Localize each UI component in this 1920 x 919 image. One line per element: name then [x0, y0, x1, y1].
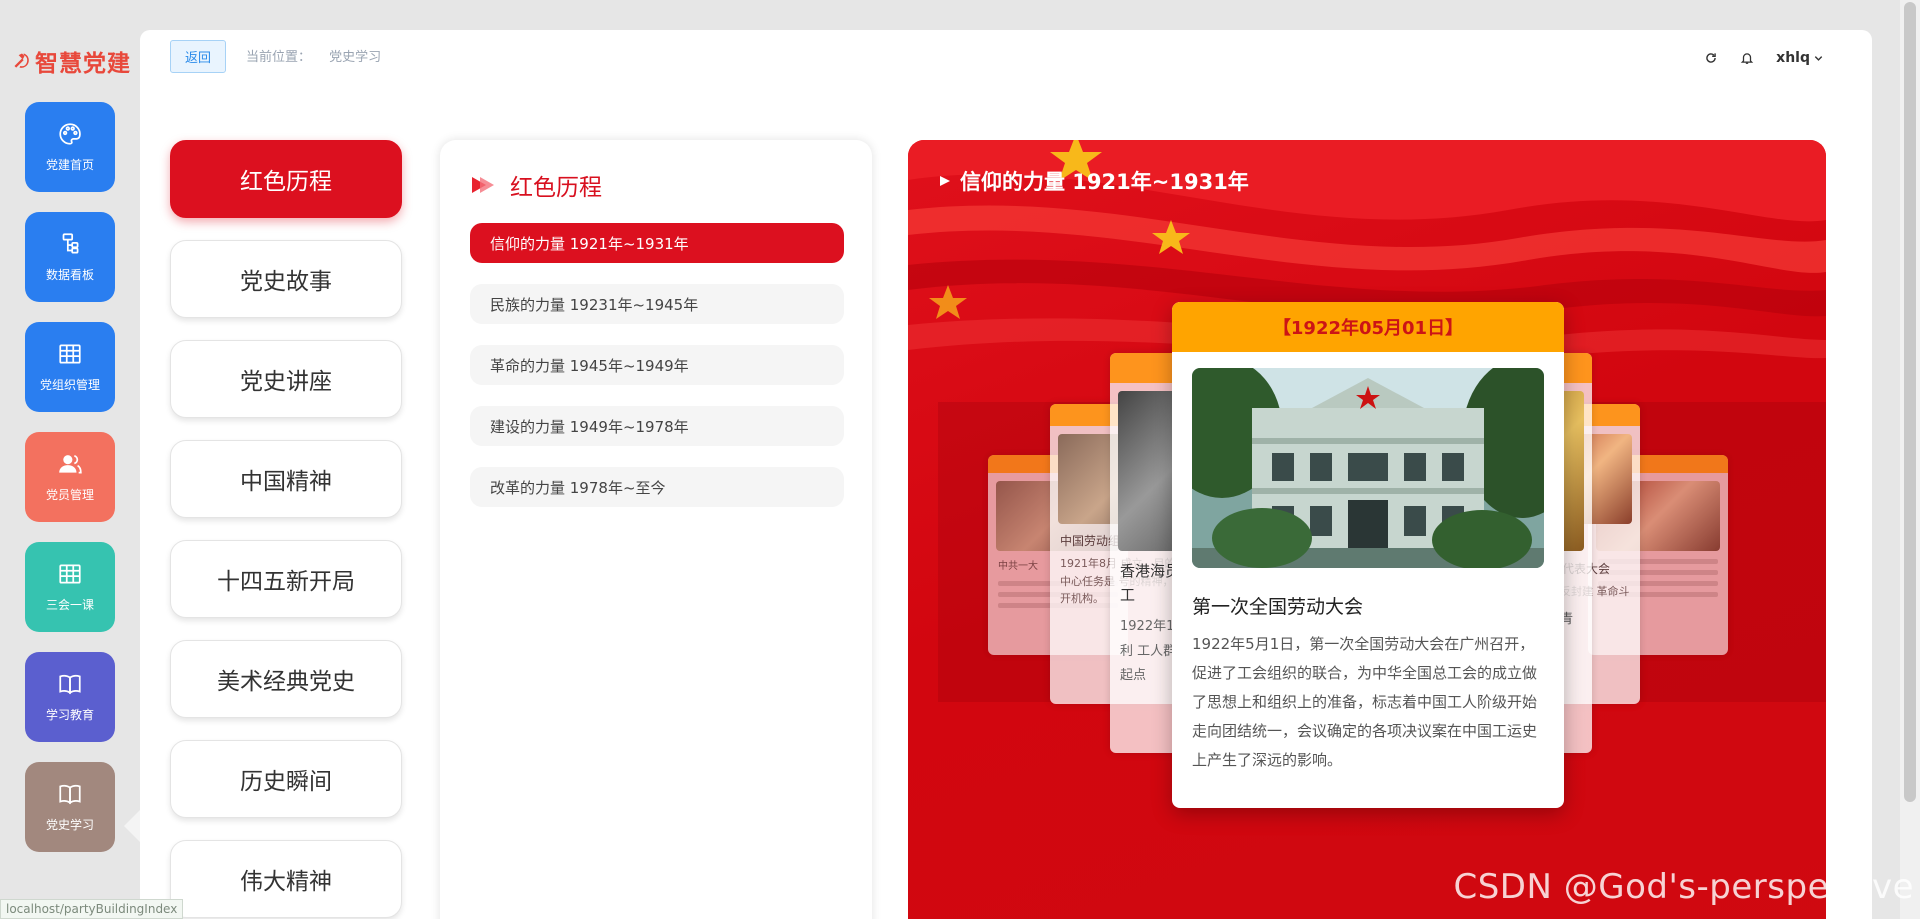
- period-list: 信仰的力量 1921年~1931年 民族的力量 19231年~1945年 革命的…: [470, 223, 844, 528]
- nav-item-label: 数据看板: [45, 268, 94, 282]
- chevron-down-icon: [1814, 55, 1823, 61]
- category-14th-plan[interactable]: 十四五新开局: [170, 540, 402, 618]
- nav-item-members[interactable]: 党员管理: [25, 432, 115, 522]
- nav-item-meetings[interactable]: 三会一课: [25, 542, 115, 632]
- nav-item-label: 党史学习: [45, 818, 94, 832]
- refresh-icon[interactable]: [1704, 51, 1718, 65]
- category-art-classics[interactable]: 美术经典党史: [170, 640, 402, 718]
- book-icon: [59, 674, 81, 695]
- nav-item-dashboard[interactable]: 数据看板: [25, 212, 115, 302]
- nav-item-education[interactable]: 学习教育: [25, 652, 115, 742]
- period-item[interactable]: 改革的力量 1978年~至今: [470, 467, 844, 507]
- top-bar: 返回 当前位置： 党史学习 xhlq: [140, 30, 1872, 110]
- timeline-main-card[interactable]: 【1922年05月01日】 第一次全国劳动大会 1922年5月1日，第一次全国劳…: [1172, 302, 1564, 808]
- grid-icon: [59, 564, 81, 584]
- nav-item-home[interactable]: 党建首页: [25, 102, 115, 192]
- nav-rail: 智慧党建 党建首页 数据看板 党组织管理 党员管理 三会一课 学习教育 党史学习: [0, 30, 142, 919]
- status-url: localhost/partyBuildingIndex: [0, 899, 184, 919]
- nav-item-label: 学习教育: [45, 708, 94, 722]
- period-card: 红色历程 信仰的力量 1921年~1931年 民族的力量 19231年~1945…: [440, 140, 872, 919]
- category-party-lectures[interactable]: 党史讲座: [170, 340, 402, 418]
- event-photo: [1192, 368, 1544, 568]
- play-icon: [940, 176, 950, 186]
- nav-item-label: 党建首页: [45, 158, 94, 172]
- breadcrumb-current[interactable]: 党史学习: [329, 50, 381, 65]
- timeline-hero: 信仰的力量 1921年~1931年 中共一大 中国劳动组合书记部 1921年8月…: [908, 140, 1826, 919]
- watermark: CSDN @God's-perspective: [1453, 867, 1914, 907]
- event-description: 1922年5月1日，第一次全国劳动大会在广州召开，促进了工会组织的联合，为中华全…: [1192, 635, 1538, 769]
- palette-icon: [59, 123, 81, 145]
- users-icon: [59, 455, 82, 474]
- hero-title: 信仰的力量 1921年~1931年: [960, 170, 1249, 194]
- category-history-moments[interactable]: 历史瞬间: [170, 740, 402, 818]
- nav-item-label: 三会一课: [45, 598, 94, 612]
- breadcrumb: 当前位置： 党史学习: [246, 46, 381, 65]
- main-panel: 返回 当前位置： 党史学习 xhlq 红色历程 党史故事 党史讲座 中国精神 十…: [140, 30, 1872, 919]
- username: xhlq: [1776, 50, 1810, 66]
- category-party-stories[interactable]: 党史故事: [170, 240, 402, 318]
- hero-header: 信仰的力量 1921年~1931年: [938, 166, 1249, 196]
- period-title: 红色历程: [510, 175, 602, 201]
- scrollbar-thumb[interactable]: [1904, 2, 1916, 802]
- flow-icon: [62, 233, 79, 254]
- event-title: 第一次全国劳动大会: [1192, 596, 1364, 618]
- top-actions: xhlq: [1704, 50, 1824, 66]
- page-scrollbar[interactable]: [1900, 0, 1920, 919]
- period-item[interactable]: 信仰的力量 1921年~1931年: [470, 223, 844, 263]
- period-item[interactable]: 建设的力量 1949年~1978年: [470, 406, 844, 446]
- back-button[interactable]: 返回: [170, 40, 226, 73]
- logo-text: 智慧党建: [35, 51, 131, 77]
- user-menu[interactable]: xhlq: [1776, 50, 1824, 66]
- app-logo[interactable]: 智慧党建: [12, 44, 131, 78]
- nav-item-label: 党员管理: [45, 488, 94, 502]
- star-icon: [929, 285, 967, 319]
- category-red-journey[interactable]: 红色历程: [170, 140, 402, 218]
- period-header: 红色历程: [470, 168, 602, 202]
- nav-item-organization[interactable]: 党组织管理: [25, 322, 115, 412]
- nav-item-party-history[interactable]: 党史学习: [25, 762, 115, 852]
- bell-icon[interactable]: [1740, 51, 1754, 65]
- category-great-spirit[interactable]: 伟大精神: [170, 840, 402, 918]
- breadcrumb-label: 当前位置：: [246, 50, 312, 65]
- hammer-sickle-icon: [14, 53, 29, 68]
- book-icon: [59, 784, 81, 805]
- table-icon: [59, 344, 81, 364]
- play-arrow-icon: [472, 177, 494, 193]
- page: 智慧党建 党建首页 数据看板 党组织管理 党员管理 三会一课 学习教育 党史学习…: [0, 0, 1920, 919]
- event-date: 【1922年05月01日】: [1172, 302, 1564, 352]
- category-list: 红色历程 党史故事 党史讲座 中国精神 十四五新开局 美术经典党史 历史瞬间 伟…: [170, 140, 402, 919]
- period-item[interactable]: 革命的力量 1945年~1949年: [470, 345, 844, 385]
- period-item[interactable]: 民族的力量 19231年~1945年: [470, 284, 844, 324]
- nav-item-label: 党组织管理: [39, 378, 100, 392]
- content-stage: 红色历程 党史故事 党史讲座 中国精神 十四五新开局 美术经典党史 历史瞬间 伟…: [170, 110, 1872, 919]
- category-china-spirit[interactable]: 中国精神: [170, 440, 402, 518]
